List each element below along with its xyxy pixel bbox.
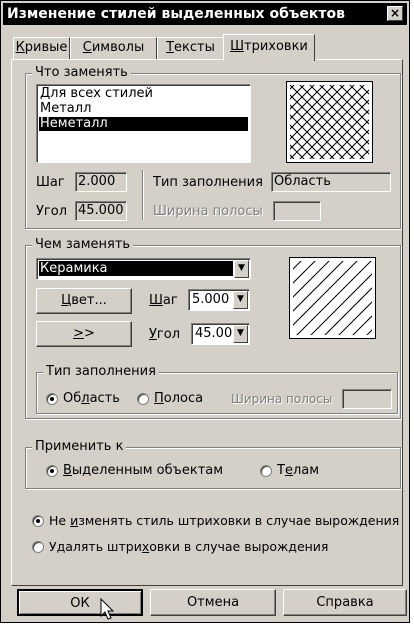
current-step-field: 2.000 — [75, 172, 127, 192]
chevron-down-icon[interactable]: ▼ — [233, 291, 248, 309]
radio-band-label[interactable]: Полоса — [154, 391, 203, 407]
close-icon: × — [389, 6, 401, 20]
color-button[interactable]: Цвет... — [36, 288, 132, 314]
new-bandwidth-field — [342, 389, 392, 409]
radio-bodies-label[interactable]: Телам — [277, 463, 319, 479]
diagonal-hatch-pattern-icon — [289, 257, 376, 339]
group-with-title: Чем заменять — [32, 238, 134, 252]
dialog-title: Изменение стилей выделенных объектов — [7, 6, 345, 22]
group-what-title: Что заменять — [32, 66, 131, 80]
tab-hatching[interactable]: Штриховки — [223, 34, 315, 61]
current-step-label: Шаг — [36, 175, 65, 190]
radio-remove-hatch[interactable] — [32, 541, 44, 553]
style-list[interactable]: Для всех стилей Металл Неметалл — [36, 84, 251, 163]
new-hatch-preview — [289, 257, 376, 339]
list-item-selected[interactable]: Неметалл — [39, 117, 248, 131]
current-angle-label: Угол — [36, 204, 68, 219]
crosshatch-pattern-icon — [286, 81, 373, 163]
group-apply-title: Применить к — [32, 440, 127, 454]
new-bandwidth-label: Ширина полосы — [231, 392, 333, 406]
list-item[interactable]: Для всех стилей — [39, 87, 248, 101]
cancel-button[interactable]: Отмена — [150, 589, 276, 616]
current-bandwidth-field — [273, 201, 321, 221]
tab-symbols[interactable]: Символы — [70, 37, 157, 59]
new-step-combo[interactable]: 5.000 ▼ — [188, 289, 250, 311]
close-button[interactable]: × — [387, 6, 403, 21]
radio-area-label[interactable]: Область — [63, 391, 120, 407]
radio-bodies[interactable] — [260, 465, 272, 477]
chevron-down-icon[interactable]: ▼ — [234, 260, 249, 278]
radio-remove-hatch-label[interactable]: Удалять штриховки в случае вырождения — [49, 539, 328, 555]
divider — [142, 170, 144, 220]
title-bar[interactable]: Изменение стилей выделенных объектов × — [3, 3, 407, 25]
current-angle-field: 45.000 — [75, 201, 127, 221]
chevron-down-icon[interactable]: ▼ — [233, 325, 248, 343]
radio-selected-objects-label[interactable]: Выделенным объектам — [63, 463, 223, 479]
new-step-label: Шаг — [149, 293, 178, 308]
radio-keep-style-label[interactable]: Не изменять стиль штриховки в случае выр… — [49, 513, 399, 529]
radio-area[interactable] — [46, 393, 58, 405]
new-style-value: Керамика — [39, 261, 233, 276]
list-item[interactable]: Металл — [39, 102, 248, 116]
more-button[interactable]: >> — [36, 321, 132, 347]
arrow-cursor-icon — [100, 597, 116, 622]
current-hatch-preview — [286, 81, 373, 163]
radio-selected-objects[interactable] — [46, 465, 58, 477]
tab-curves[interactable]: Кривые — [13, 37, 70, 59]
radio-band[interactable] — [137, 393, 149, 405]
current-filltype-label: Тип заполнения — [153, 175, 263, 190]
ok-button[interactable]: ОК — [17, 589, 143, 616]
new-angle-combo[interactable]: 45.00 ▼ — [191, 323, 250, 345]
new-style-select[interactable]: Керамика ▼ — [36, 258, 251, 280]
group-filltype-title: Тип заполнения — [43, 365, 159, 379]
dialog-window: Изменение стилей выделенных объектов × К… — [0, 0, 410, 623]
tab-texts[interactable]: Тексты — [157, 37, 224, 59]
help-button[interactable]: Справка — [283, 589, 407, 616]
radio-keep-style[interactable] — [32, 515, 44, 527]
new-step-value: 5.000 — [192, 292, 230, 307]
current-bandwidth-label: Ширина полосы — [153, 204, 263, 219]
new-angle-label: Угол — [149, 327, 181, 342]
current-filltype-field: Область — [271, 172, 391, 192]
new-angle-value: 45.00 — [195, 326, 232, 341]
